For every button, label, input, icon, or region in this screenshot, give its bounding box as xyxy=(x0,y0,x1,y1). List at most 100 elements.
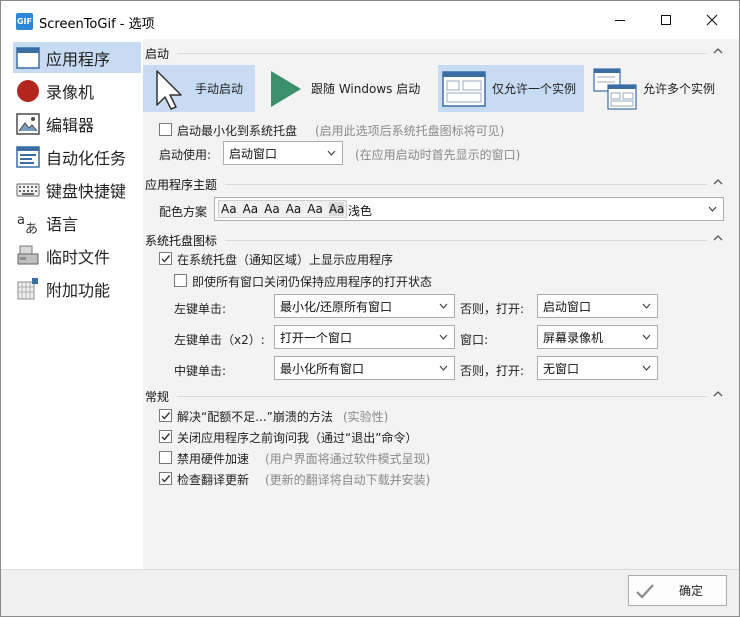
color-scheme-value: 浅色 xyxy=(348,204,373,218)
close-button[interactable] xyxy=(689,1,735,39)
temp-files-icon xyxy=(15,243,41,269)
section-header-tray[interactable]: 系统托盘图标 xyxy=(143,231,733,249)
sidebar-item-label: 自动化任务 xyxy=(46,148,127,168)
section-divider xyxy=(225,240,707,241)
footer-bar: 确定 xyxy=(1,569,739,616)
double-click-window-dropdown[interactable]: 屏幕录像机 xyxy=(537,325,658,349)
startup-mode-label: 跟随 Windows 启动 xyxy=(311,82,421,96)
middle-click-value: 最小化所有窗口 xyxy=(280,361,365,376)
section-title: 应用程序主题 xyxy=(145,178,218,192)
middle-click-dropdown[interactable]: 最小化所有窗口 xyxy=(274,356,455,380)
disable-hw-accel-checkbox[interactable] xyxy=(159,451,172,464)
sidebar-item-keyboard-shortcuts[interactable]: 键盘快捷键 xyxy=(13,174,141,205)
sidebar-item-label: 编辑器 xyxy=(46,115,95,135)
check-translation-updates-checkbox[interactable] xyxy=(159,472,172,485)
checkmark-icon xyxy=(636,583,654,599)
sidebar-item-temp-files[interactable]: 临时文件 xyxy=(13,240,141,271)
section-title: 系统托盘图标 xyxy=(145,234,218,248)
sidebar-item-label: 临时文件 xyxy=(46,247,111,267)
middle-click-else-dropdown[interactable]: 无窗口 xyxy=(537,356,658,380)
theme-sample-text: Aa xyxy=(221,202,237,216)
color-scheme-dropdown[interactable]: Aa Aa Aa Aa Aa Aa 浅色 xyxy=(214,197,724,221)
chevron-down-icon xyxy=(708,206,717,212)
left-click-dropdown[interactable]: 最小化/还原所有窗口 xyxy=(274,294,455,318)
double-click-value: 打开一个窗口 xyxy=(280,330,353,345)
double-click-window-value: 屏幕录像机 xyxy=(543,330,604,345)
section-header-general[interactable]: 常规 xyxy=(143,387,733,405)
color-scheme-label: 配色方案 xyxy=(159,205,208,219)
startup-windows-button[interactable]: 跟随 Windows 启动 xyxy=(261,65,426,112)
sidebar-item-recorder[interactable]: 录像机 xyxy=(13,75,141,106)
sidebar-item-label: 录像机 xyxy=(46,82,95,102)
left-click-else-value: 启动窗口 xyxy=(543,299,592,314)
sidebar: 应用程序 录像机 编辑器 自动化任务 键盘快捷键 a あ 语言 临时文件 附加功… xyxy=(9,39,143,569)
record-circle-icon xyxy=(15,78,41,104)
checkmark-icon xyxy=(161,412,171,420)
section-divider xyxy=(177,396,707,397)
app-window-icon xyxy=(15,45,41,71)
sidebar-item-application[interactable]: 应用程序 xyxy=(13,42,141,73)
sidebar-item-automated-tasks[interactable]: 自动化任务 xyxy=(13,141,141,172)
chevron-down-icon xyxy=(439,365,448,371)
sidebar-item-editor[interactable]: 编辑器 xyxy=(13,108,141,139)
multi-instance-button[interactable]: 允许多个实例 xyxy=(591,65,731,112)
settings-panel: 启动 手动启动 跟随 Windows 启动 仅允许一个实例 允许多个实例 启动最… xyxy=(143,39,739,569)
left-click-else-label: 否则，打开: xyxy=(460,302,525,316)
keep-open-checkbox[interactable] xyxy=(174,274,187,287)
keyboard-icon xyxy=(15,177,41,203)
sidebar-item-language[interactable]: aあ 语言 xyxy=(13,207,141,238)
chevron-down-icon xyxy=(439,334,448,340)
minimize-to-tray-checkbox[interactable] xyxy=(159,123,172,136)
theme-sample-text: Aa xyxy=(307,202,323,216)
svg-text:a: a xyxy=(17,213,25,228)
left-click-else-dropdown[interactable]: 启动窗口 xyxy=(537,294,658,318)
single-instance-icon xyxy=(442,70,486,107)
chevron-down-icon xyxy=(642,303,651,309)
play-icon xyxy=(271,70,301,107)
keep-open-label: 即使所有窗口关闭仍保持应用程序的打开状态 xyxy=(192,275,433,289)
minimize-button[interactable] xyxy=(597,1,643,39)
section-header-theme[interactable]: 应用程序主题 xyxy=(143,175,733,193)
double-click-window-label: 窗口: xyxy=(460,333,489,347)
window-title: ScreenToGif - 选项 xyxy=(39,17,155,32)
startup-mode-label: 仅允许一个实例 xyxy=(492,82,577,96)
start-using-label: 启动使用: xyxy=(159,148,212,162)
app-icon: GIF xyxy=(16,13,33,30)
quota-workaround-label: 解决“配额不足...”崩溃的方法 xyxy=(177,410,333,424)
quota-workaround-checkbox[interactable] xyxy=(159,409,172,422)
chevron-up-icon xyxy=(713,391,723,397)
close-icon xyxy=(706,14,718,26)
task-list-icon xyxy=(15,144,41,170)
check-translation-updates-hint: (更新的翻译将自动下载并安装) xyxy=(265,473,431,487)
ask-before-close-checkbox[interactable] xyxy=(159,430,172,443)
start-using-dropdown[interactable]: 启动窗口 xyxy=(223,141,343,165)
single-instance-button[interactable]: 仅允许一个实例 xyxy=(438,65,584,112)
double-click-dropdown[interactable]: 打开一个窗口 xyxy=(274,325,455,349)
startup-manual-button[interactable]: 手动启动 xyxy=(143,65,255,112)
section-title: 启动 xyxy=(145,47,170,61)
minimize-to-tray-label: 启动最小化到系统托盘 xyxy=(177,124,298,138)
section-title: 常规 xyxy=(145,390,170,404)
language-icon: aあ xyxy=(15,210,41,236)
maximize-button[interactable] xyxy=(643,1,689,39)
svg-text:あ: あ xyxy=(25,222,38,235)
ask-before-close-label: 关闭应用程序之前询问我（通过“退出”命令） xyxy=(177,431,418,445)
middle-click-label: 中键单击: xyxy=(174,364,227,378)
start-using-hint: (在应用启动时首先显示的窗口) xyxy=(355,148,521,162)
ok-button[interactable]: 确定 xyxy=(628,575,727,606)
sidebar-item-extras[interactable]: 附加功能 xyxy=(13,273,141,304)
cursor-icon xyxy=(156,69,182,110)
extras-icon xyxy=(15,276,41,302)
startup-mode-label: 手动启动 xyxy=(195,82,244,96)
left-click-value: 最小化/还原所有窗口 xyxy=(280,299,393,314)
checkmark-icon xyxy=(161,255,171,263)
section-divider xyxy=(225,184,707,185)
chevron-down-icon xyxy=(327,150,336,156)
minimize-to-tray-hint: (启用此选项后系统托盘图标将可见) xyxy=(315,124,505,138)
minimize-icon xyxy=(615,20,625,21)
show-in-tray-checkbox[interactable] xyxy=(159,252,172,265)
theme-sample-text: Aa xyxy=(242,202,259,216)
section-header-startup[interactable]: 启动 xyxy=(143,44,733,62)
image-editor-icon xyxy=(15,111,41,137)
theme-sample-text: Aa xyxy=(285,202,302,216)
